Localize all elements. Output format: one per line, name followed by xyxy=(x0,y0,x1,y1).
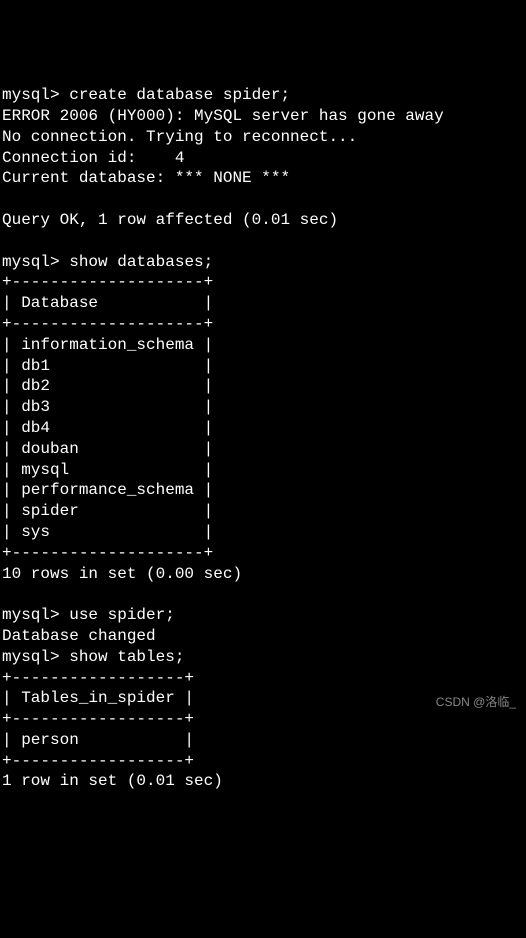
table-row: | db1 | xyxy=(2,357,213,375)
query-result: Query OK, 1 row affected (0.01 sec) xyxy=(2,211,338,229)
table-row: | mysql | xyxy=(2,461,213,479)
table-row: | douban | xyxy=(2,440,213,458)
table-row: | performance_schema | xyxy=(2,481,213,499)
watermark: CSDN @洛临_ xyxy=(436,695,516,711)
query-result: 10 rows in set (0.00 sec) xyxy=(2,565,242,583)
reconnect-line-1: No connection. Trying to reconnect... xyxy=(2,128,357,146)
database-changed: Database changed xyxy=(2,627,156,645)
table-header: | Tables_in_spider | xyxy=(2,689,194,707)
table-border: +------------------+ xyxy=(2,669,194,687)
command-use-spider: use spider; xyxy=(69,606,175,624)
command-create-database: create database spider; xyxy=(69,86,290,104)
prompt: mysql> xyxy=(2,253,60,271)
table-row: | sys | xyxy=(2,523,213,541)
table-row: | spider | xyxy=(2,502,213,520)
query-result: 1 row in set (0.01 sec) xyxy=(2,772,223,790)
command-show-databases: show databases; xyxy=(69,253,213,271)
prompt: mysql> xyxy=(2,86,60,104)
table-row: | information_schema | xyxy=(2,336,213,354)
terminal-output: mysql> create database spider; ERROR 200… xyxy=(2,85,526,792)
table-header: | Database | xyxy=(2,294,213,312)
table-border: +--------------------+ xyxy=(2,273,213,291)
error-line: ERROR 2006 (HY000): MySQL server has gon… xyxy=(2,107,444,125)
prompt: mysql> xyxy=(2,648,60,666)
table-row: | person | xyxy=(2,731,194,749)
table-border: +--------------------+ xyxy=(2,315,213,333)
table-border: +------------------+ xyxy=(2,710,194,728)
prompt: mysql> xyxy=(2,606,60,624)
table-row: | db3 | xyxy=(2,398,213,416)
table-row: | db4 | xyxy=(2,419,213,437)
table-border: +------------------+ xyxy=(2,752,194,770)
table-border: +--------------------+ xyxy=(2,544,213,562)
command-show-tables: show tables; xyxy=(69,648,184,666)
table-row: | db2 | xyxy=(2,377,213,395)
reconnect-line-2: Connection id: 4 xyxy=(2,149,184,167)
reconnect-line-3: Current database: *** NONE *** xyxy=(2,169,290,187)
